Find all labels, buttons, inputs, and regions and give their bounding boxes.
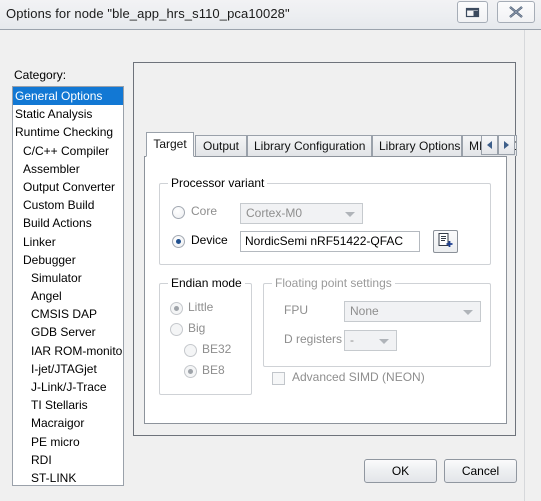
restore-window-button[interactable] xyxy=(457,1,488,23)
category-item-assembler[interactable]: Assembler xyxy=(13,160,123,178)
category-item-c-c-compiler[interactable]: C/C++ Compiler xyxy=(13,142,123,160)
radio-core-label: Core xyxy=(191,204,218,218)
category-item-cmsis-dap[interactable]: CMSIS DAP xyxy=(13,305,123,323)
radio-endian-big-label: Big xyxy=(188,321,206,335)
category-item-iar-rom-monitor[interactable]: IAR ROM-monitor xyxy=(13,342,123,360)
chevron-left-icon xyxy=(487,141,492,149)
core-combo[interactable]: Cortex-M0 xyxy=(240,203,363,224)
category-item-gdb-server[interactable]: GDB Server xyxy=(13,323,123,341)
d-registers-label: D registers xyxy=(284,332,343,346)
tab-library-options[interactable]: Library Options xyxy=(372,135,462,156)
category-item-j-link-j-trace[interactable]: J-Link/J-Trace xyxy=(13,378,123,396)
title-bar: Options for node "ble_app_hrs_s110_pca10… xyxy=(0,0,541,30)
category-item-i-jet-jtagjet[interactable]: I-jet/JTAGjet xyxy=(13,360,123,378)
category-item-st-link[interactable]: ST-LINK xyxy=(13,469,123,485)
device-picker-button[interactable] xyxy=(433,230,458,253)
window-title: Options for node "ble_app_hrs_s110_pca10… xyxy=(6,6,290,21)
category-item-general-options[interactable]: General Options xyxy=(13,87,123,106)
chevron-down-icon xyxy=(345,211,355,217)
tab-content-target: Processor variant Core Cortex-M0 Device … xyxy=(144,156,507,424)
d-registers-combo-value: - xyxy=(350,333,354,347)
category-item-pe-micro[interactable]: PE micro xyxy=(13,433,123,451)
fpu-combo-value: None xyxy=(350,304,379,318)
radio-endian-big[interactable] xyxy=(170,323,183,336)
close-button[interactable] xyxy=(497,1,535,23)
radio-endian-little[interactable] xyxy=(170,302,183,315)
category-item-debugger[interactable]: Debugger xyxy=(13,251,123,269)
endian-mode-group: Endian mode Little Big BE32 BE8 xyxy=(159,276,252,395)
tab-scroll-right-button[interactable] xyxy=(498,135,515,155)
ok-button[interactable]: OK xyxy=(364,459,437,483)
chevron-right-icon xyxy=(504,141,509,149)
category-item-output-converter[interactable]: Output Converter xyxy=(13,178,123,196)
core-combo-value: Cortex-M0 xyxy=(246,206,303,220)
category-item-rdi[interactable]: RDI xyxy=(13,451,123,469)
advanced-simd-checkbox[interactable] xyxy=(272,372,285,385)
device-input-value: NordicSemi nRF51422-QFAC xyxy=(245,234,404,248)
endian-mode-title: Endian mode xyxy=(168,276,245,290)
category-item-angel[interactable]: Angel xyxy=(13,287,123,305)
processor-variant-group: Processor variant Core Cortex-M0 Device … xyxy=(159,176,491,265)
radio-endian-be32-label: BE32 xyxy=(202,342,232,356)
chevron-down-icon xyxy=(463,309,473,315)
floating-point-group: Floating point settings FPU None D regis… xyxy=(263,276,491,367)
radio-device[interactable] xyxy=(172,235,185,248)
tab-output[interactable]: Output xyxy=(195,135,247,156)
category-item-static-analysis[interactable]: Static Analysis xyxy=(13,105,123,123)
settings-panel: Target Output Library Configuration Library… xyxy=(133,62,517,436)
tab-library-configuration[interactable]: Library Configuration xyxy=(247,135,372,156)
tab-bar: Target Output Library Configuration Library… xyxy=(134,132,517,157)
window-right-edge xyxy=(524,30,541,501)
fpu-combo[interactable]: None xyxy=(344,301,481,322)
category-list[interactable]: General Options Static Analysis Runtime Ch… xyxy=(12,86,124,486)
close-icon xyxy=(498,2,534,22)
radio-endian-be8[interactable] xyxy=(184,365,197,378)
radio-core[interactable] xyxy=(172,206,185,219)
radio-endian-little-label: Little xyxy=(188,300,214,314)
tab-target[interactable]: Target xyxy=(146,132,194,157)
document-add-icon xyxy=(437,232,454,252)
restore-window-icon xyxy=(458,2,487,22)
cancel-button[interactable]: Cancel xyxy=(444,459,517,483)
category-item-runtime-checking[interactable]: Runtime Checking xyxy=(13,123,123,141)
tab-scroll-left-button[interactable] xyxy=(481,135,498,155)
category-item-simulator[interactable]: Simulator xyxy=(13,269,123,287)
radio-endian-be32[interactable] xyxy=(184,344,197,357)
advanced-simd-label: Advanced SIMD (NEON) xyxy=(292,370,425,384)
category-item-linker[interactable]: Linker xyxy=(13,233,123,251)
radio-endian-be8-label: BE8 xyxy=(202,363,225,377)
d-registers-combo[interactable]: - xyxy=(344,330,397,351)
category-label: Category: xyxy=(14,68,67,82)
floating-point-title: Floating point settings xyxy=(272,276,395,290)
fpu-label: FPU xyxy=(284,303,308,317)
options-dialog: Options for node "ble_app_hrs_s110_pca10… xyxy=(0,0,541,501)
device-input[interactable]: NordicSemi nRF51422-QFAC xyxy=(240,231,420,252)
category-item-ti-stellaris[interactable]: TI Stellaris xyxy=(13,396,123,414)
category-item-custom-build[interactable]: Custom Build xyxy=(13,196,123,214)
chevron-down-icon xyxy=(379,338,389,344)
radio-device-label: Device xyxy=(191,233,228,247)
processor-variant-title: Processor variant xyxy=(168,176,268,190)
category-item-macraigor[interactable]: Macraigor xyxy=(13,414,123,432)
category-item-build-actions[interactable]: Build Actions xyxy=(13,214,123,232)
